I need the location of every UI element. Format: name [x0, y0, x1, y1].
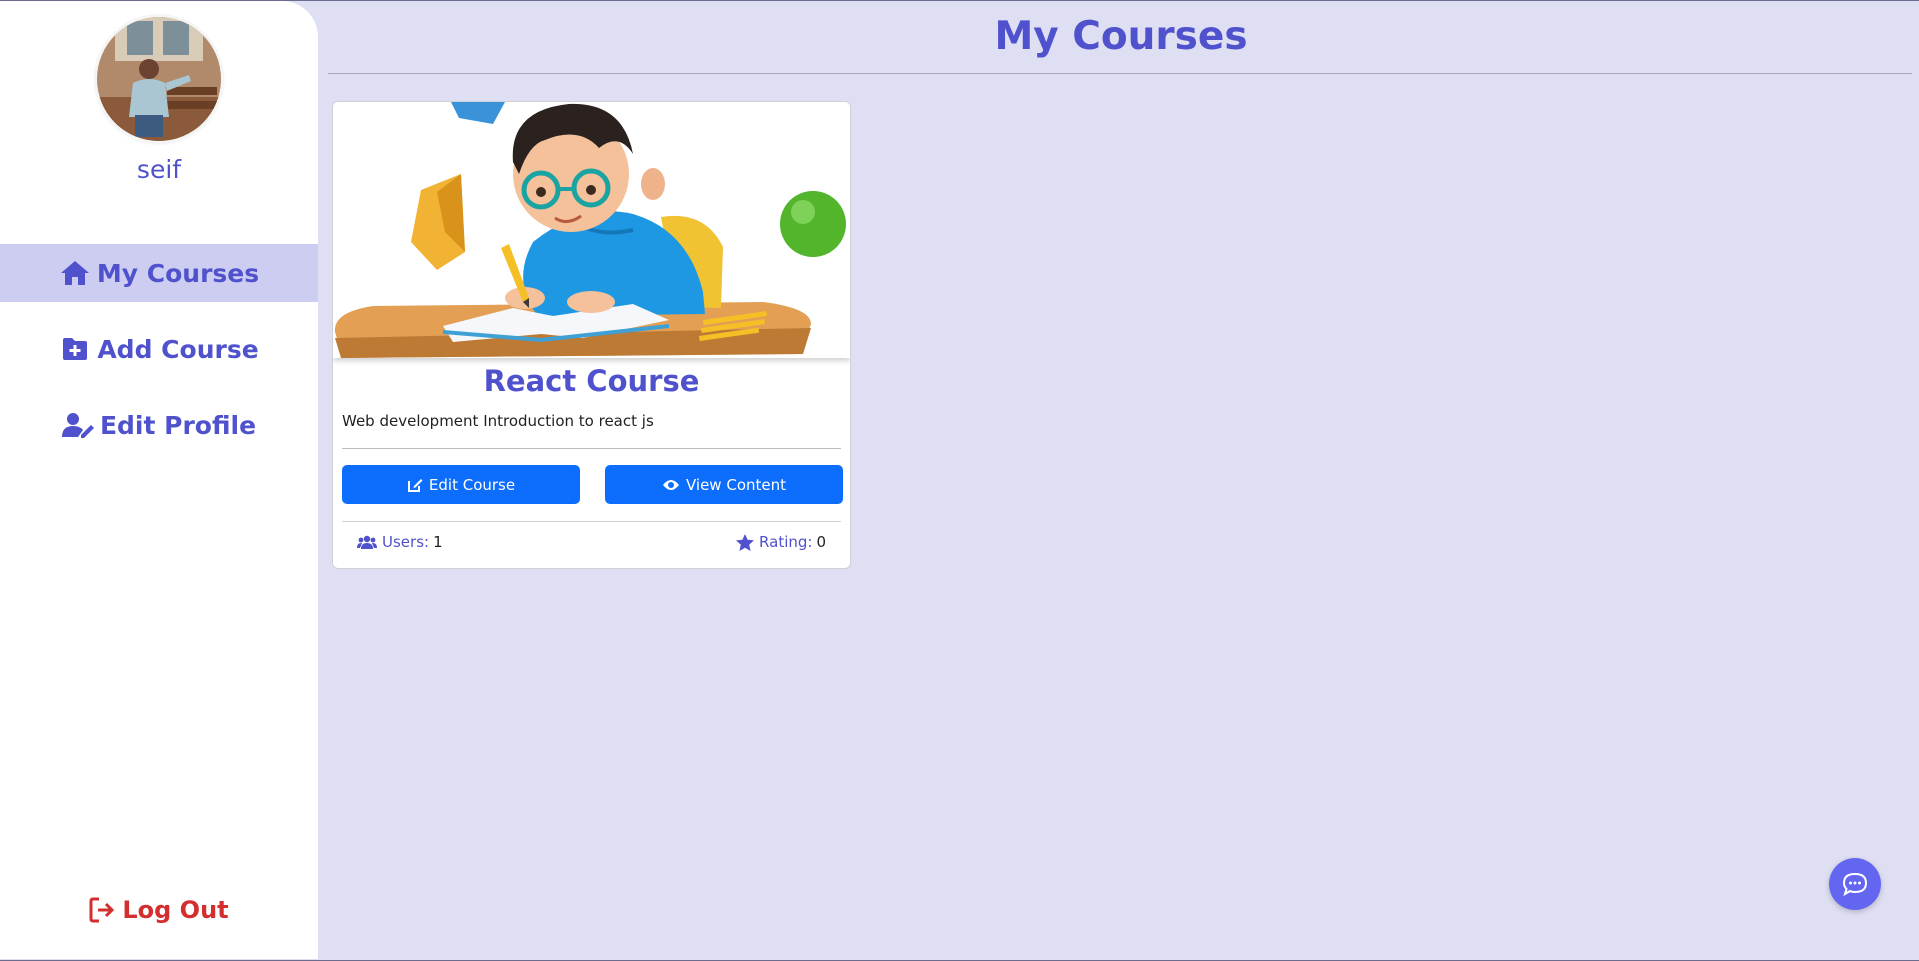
nav-item-edit-profile[interactable]: Edit Profile — [0, 396, 318, 454]
rating-stat: Rating: 0 — [736, 533, 826, 551]
view-content-button[interactable]: View Content — [605, 465, 843, 504]
eye-icon — [662, 479, 679, 490]
users-stat: Users: 1 — [357, 533, 443, 551]
course-thumbnail — [333, 102, 850, 358]
star-icon — [736, 533, 755, 551]
nav-item-label: Edit Profile — [99, 410, 257, 440]
course-description: Web development Introduction to react js — [342, 412, 654, 430]
edit-course-button[interactable]: Edit Course — [342, 465, 580, 504]
logout-button[interactable]: Log Out — [0, 896, 318, 924]
edit-icon — [407, 478, 423, 492]
chat-button[interactable] — [1829, 858, 1881, 910]
avatar-photo — [97, 17, 221, 141]
edit-course-label: Edit Course — [428, 475, 516, 494]
nav-item-add-course[interactable]: Add Course — [0, 320, 318, 378]
nav-item-label: My Courses — [96, 258, 260, 288]
users-icon — [357, 535, 377, 549]
avatar[interactable] — [97, 17, 221, 141]
username: seif — [136, 155, 182, 184]
view-content-label: View Content — [685, 475, 787, 494]
logout-label: Log Out — [122, 896, 229, 924]
users-value: 1 — [433, 533, 443, 551]
nav-item-my-courses[interactable]: My Courses — [0, 244, 318, 302]
course-title: React Course — [483, 364, 700, 398]
home-icon — [59, 259, 91, 287]
card-divider — [342, 521, 841, 522]
title-divider — [328, 73, 1912, 74]
chat-bubble-icon — [1842, 872, 1868, 896]
page-title: My Courses — [994, 14, 1248, 59]
folder-plus-icon — [59, 335, 91, 363]
logout-icon — [89, 897, 117, 923]
card-divider — [342, 448, 841, 449]
sidebar: seif My Courses Add Course Edit Profile … — [0, 1, 318, 959]
rating-label: Rating: — [759, 533, 813, 551]
user-edit-icon — [61, 411, 94, 439]
course-card: React Course Web development Introductio… — [332, 101, 851, 569]
nav-item-label: Add Course — [97, 334, 259, 364]
users-label: Users: — [382, 533, 430, 551]
rating-value: 0 — [816, 533, 826, 551]
